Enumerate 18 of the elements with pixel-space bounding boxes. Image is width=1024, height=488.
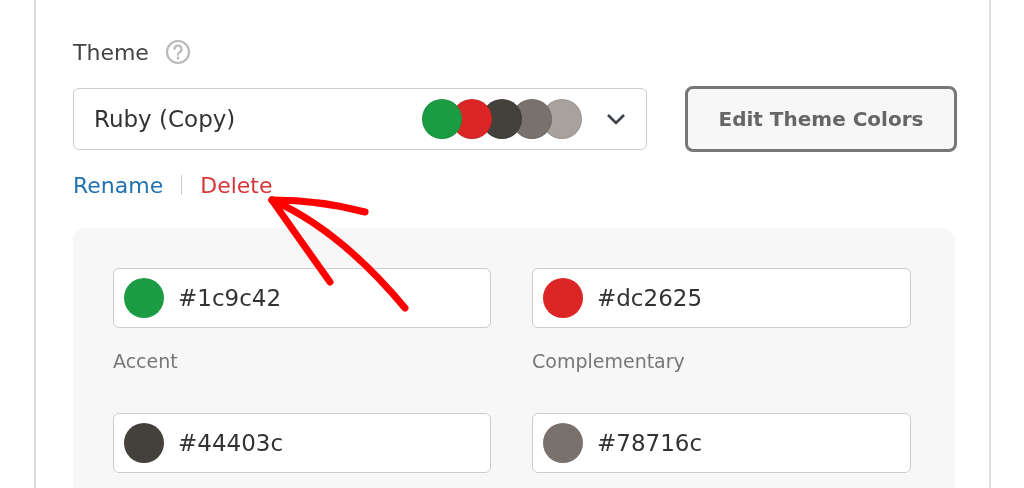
theme-label: Theme [73, 39, 149, 65]
color-value: #dc2625 [597, 285, 703, 311]
color-value: #1c9c42 [178, 285, 282, 311]
chevron-down-icon [606, 113, 626, 125]
delete-link[interactable]: Delete [200, 172, 273, 198]
color-label: Accent [113, 350, 178, 372]
color-value: #78716c [597, 430, 703, 456]
theme-select[interactable]: Ruby (Copy) [73, 88, 647, 150]
edit-theme-colors-button[interactable]: Edit Theme Colors [685, 86, 957, 152]
color-field[interactable]: #dc2625 [532, 268, 911, 328]
rename-link[interactable]: Rename [73, 172, 164, 198]
color-label: Complementary [532, 350, 685, 372]
color-field[interactable]: #44403c [113, 413, 491, 473]
color-value: #44403c [178, 430, 284, 456]
help-icon[interactable] [164, 39, 191, 65]
selected-theme: Ruby (Copy) [94, 106, 237, 132]
color-field[interactable]: #1c9c42 [113, 268, 491, 328]
color-field[interactable]: #78716c [532, 413, 911, 473]
